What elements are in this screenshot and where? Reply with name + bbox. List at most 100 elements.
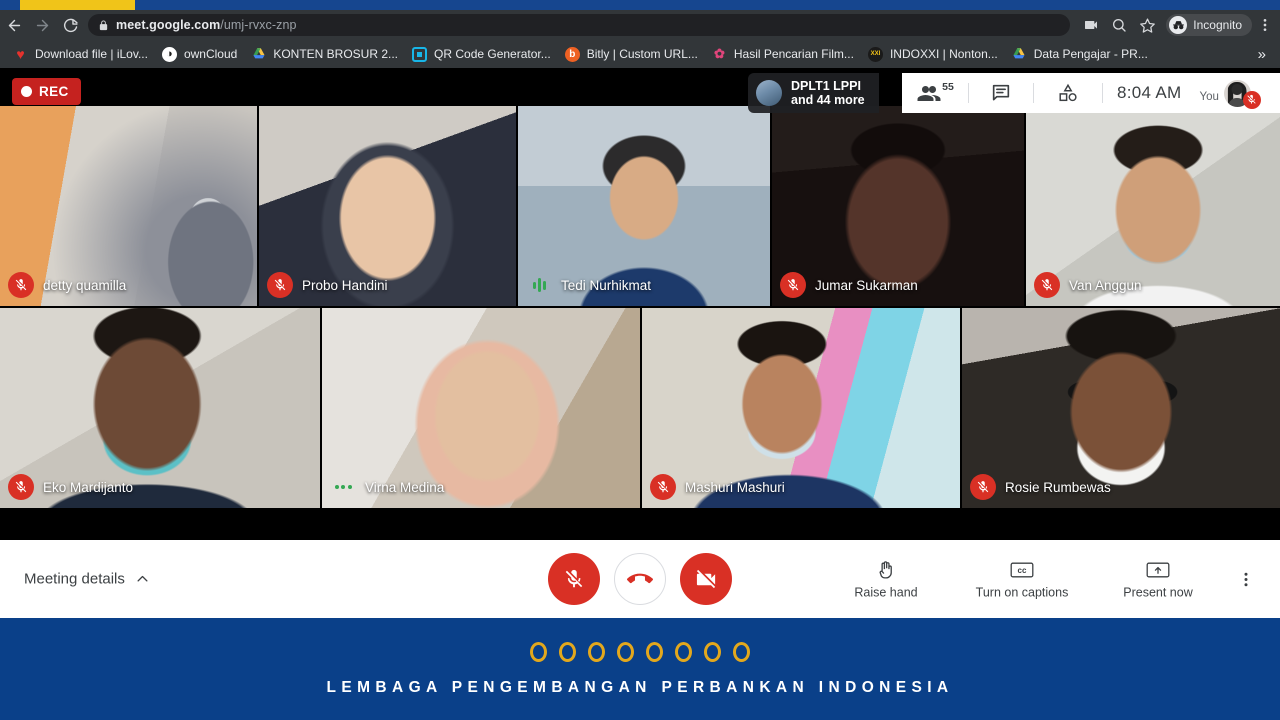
address-bar[interactable]: meet.google.com/umj-rvxc-znp <box>88 14 1071 36</box>
bookmark-label: Data Pengajar - PR... <box>1033 47 1148 61</box>
activities-button[interactable] <box>1034 73 1102 113</box>
recording-label: REC <box>39 84 69 99</box>
video-tile[interactable]: Virna Medina <box>322 308 640 508</box>
reload-icon[interactable] <box>56 11 84 39</box>
audio-level-icon <box>526 272 552 298</box>
forward-arrow-icon[interactable] <box>28 11 56 39</box>
bookmark-item[interactable]: XXI INDOXXI | Nonton... <box>861 43 1005 65</box>
participant-name: Virna Medina <box>365 479 445 495</box>
participant-nameplate: Van Anggun <box>1034 272 1142 298</box>
bookmark-label: Hasil Pencarian Film... <box>733 47 854 61</box>
present-now-button[interactable]: Present now <box>1090 559 1226 600</box>
bookmark-item[interactable]: QR Code Generator... <box>405 43 558 65</box>
back-arrow-icon[interactable] <box>0 11 28 39</box>
self-view-chip[interactable]: You <box>1195 79 1261 109</box>
participant-name: Van Anggun <box>1069 277 1142 293</box>
video-tile[interactable]: Van Anggun <box>1026 106 1280 306</box>
video-tile[interactable]: Mashuri Mashuri <box>642 308 960 508</box>
captions-button[interactable]: cc Turn on captions <box>954 559 1090 600</box>
bookmark-item[interactable]: ✿ Hasil Pencarian Film... <box>705 43 861 65</box>
three-dot-menu-icon <box>1244 572 1248 586</box>
closed-captions-icon: cc <box>1010 559 1034 581</box>
qr-code-icon <box>412 46 428 62</box>
camera-off-icon <box>696 569 715 588</box>
mic-off-icon <box>780 272 806 298</box>
participant-nameplate: Tedi Nurhikmat <box>526 272 651 298</box>
logo-dot <box>733 641 750 662</box>
video-tile[interactable]: Probo Handini <box>259 106 516 306</box>
present-screen-icon <box>1146 559 1170 581</box>
browser-toolbar: meet.google.com/umj-rvxc-znp Incognito <box>0 10 1280 40</box>
logo-dot <box>675 641 692 662</box>
mic-off-icon <box>565 569 583 588</box>
video-tile[interactable]: Tedi Nurhikmat <box>518 106 770 306</box>
organization-name: LEMBAGA PENGEMBANGAN PERBANKAN INDONESIA <box>326 678 954 696</box>
google-drive-icon <box>251 47 266 62</box>
incognito-label: Incognito <box>1193 18 1242 32</box>
video-tile[interactable]: detty quamilla <box>0 106 257 306</box>
logo-dot <box>646 641 663 662</box>
bookmark-label: QR Code Generator... <box>434 47 551 61</box>
active-browser-tab[interactable] <box>20 0 135 10</box>
participant-name: Eko Mardijanto <box>43 479 134 495</box>
avatar-head <box>1231 83 1243 95</box>
logo-dot <box>704 641 721 662</box>
more-options-button[interactable] <box>1226 570 1266 588</box>
chat-button[interactable] <box>969 73 1033 113</box>
indoxxi-icon: XXI <box>867 46 883 62</box>
video-grid: detty quamilla Probo Handini Tedi Nurhik… <box>0 68 1280 540</box>
bookmark-item[interactable]: ♥ Download file | iLov... <box>6 43 155 65</box>
video-tile[interactable]: Jumar Sukarman <box>772 106 1024 306</box>
bookmark-label: Bitly | Custom URL... <box>586 47 698 61</box>
hangup-button[interactable] <box>614 553 666 605</box>
google-drive-icon <box>1012 47 1027 62</box>
raised-hand-icon <box>876 559 897 581</box>
meeting-name-chip[interactable]: DPLT1 LPPI and 44 more <box>748 73 879 113</box>
logo-dot <box>588 641 605 662</box>
url-domain: meet.google.com <box>116 18 221 32</box>
bookmark-item[interactable]: b Bitly | Custom URL... <box>558 43 705 65</box>
url-path: /umj-rvxc-znp <box>220 18 297 32</box>
meet-top-right-bar: 55 8:04 AM You <box>902 73 1280 113</box>
participant-name: Tedi Nurhikmat <box>561 277 652 293</box>
svg-text:cc: cc <box>1018 566 1027 575</box>
lppi-logo-dots <box>530 641 750 662</box>
participant-nameplate: Probo Handini <box>267 272 388 298</box>
three-dot-menu-icon[interactable] <box>1254 12 1276 38</box>
participants-button[interactable]: 55 <box>902 73 968 113</box>
logo-dot <box>559 641 576 662</box>
bookmark-item[interactable]: Data Pengajar - PR... <box>1005 43 1155 65</box>
participant-count: 55 <box>942 81 954 93</box>
meeting-details-button[interactable]: Meeting details <box>24 571 150 588</box>
cast-icon[interactable] <box>1078 12 1104 38</box>
bookmark-item[interactable]: KONTEN BROSUR 2... <box>244 43 405 65</box>
bookmark-item[interactable]: ◑ ownCloud <box>155 43 244 65</box>
video-tile[interactable]: Rosie Rumbewas <box>962 308 1280 508</box>
video-tile[interactable]: Eko Mardijanto <box>0 308 320 508</box>
chevron-up-icon <box>135 572 150 587</box>
camera-toggle-button[interactable] <box>680 553 732 605</box>
search-icon[interactable] <box>1106 12 1132 38</box>
mic-off-icon <box>8 272 34 298</box>
incognito-profile-chip[interactable]: Incognito <box>1166 14 1252 36</box>
bookmark-overflow-button[interactable]: » <box>1250 46 1274 63</box>
bookmark-label: KONTEN BROSUR 2... <box>273 47 399 61</box>
bookmarks-bar: ♥ Download file | iLov... ◑ ownCloud KON… <box>0 40 1280 68</box>
flower-icon: ✿ <box>713 46 725 61</box>
raise-hand-label: Raise hand <box>854 585 918 600</box>
mic-toggle-button[interactable] <box>548 553 600 605</box>
raise-hand-button[interactable]: Raise hand <box>818 559 954 600</box>
ilovepdf-heart-icon: ♥ <box>16 46 25 62</box>
organization-footer-banner: LEMBAGA PENGEMBANGAN PERBANKAN INDONESIA <box>0 618 1280 720</box>
meeting-details-label: Meeting details <box>24 570 125 588</box>
self-label: You <box>1199 90 1219 103</box>
star-icon[interactable] <box>1134 12 1160 38</box>
mic-off-icon <box>970 474 996 500</box>
participant-name: detty quamilla <box>43 277 127 293</box>
primary-call-controls <box>548 553 732 605</box>
present-label: Present now <box>1123 585 1193 600</box>
participant-name: Probo Handini <box>302 277 388 293</box>
mic-off-icon <box>1034 272 1060 298</box>
meeting-participants-more: and 44 more <box>791 93 865 107</box>
browser-tab-strip <box>0 0 1280 10</box>
